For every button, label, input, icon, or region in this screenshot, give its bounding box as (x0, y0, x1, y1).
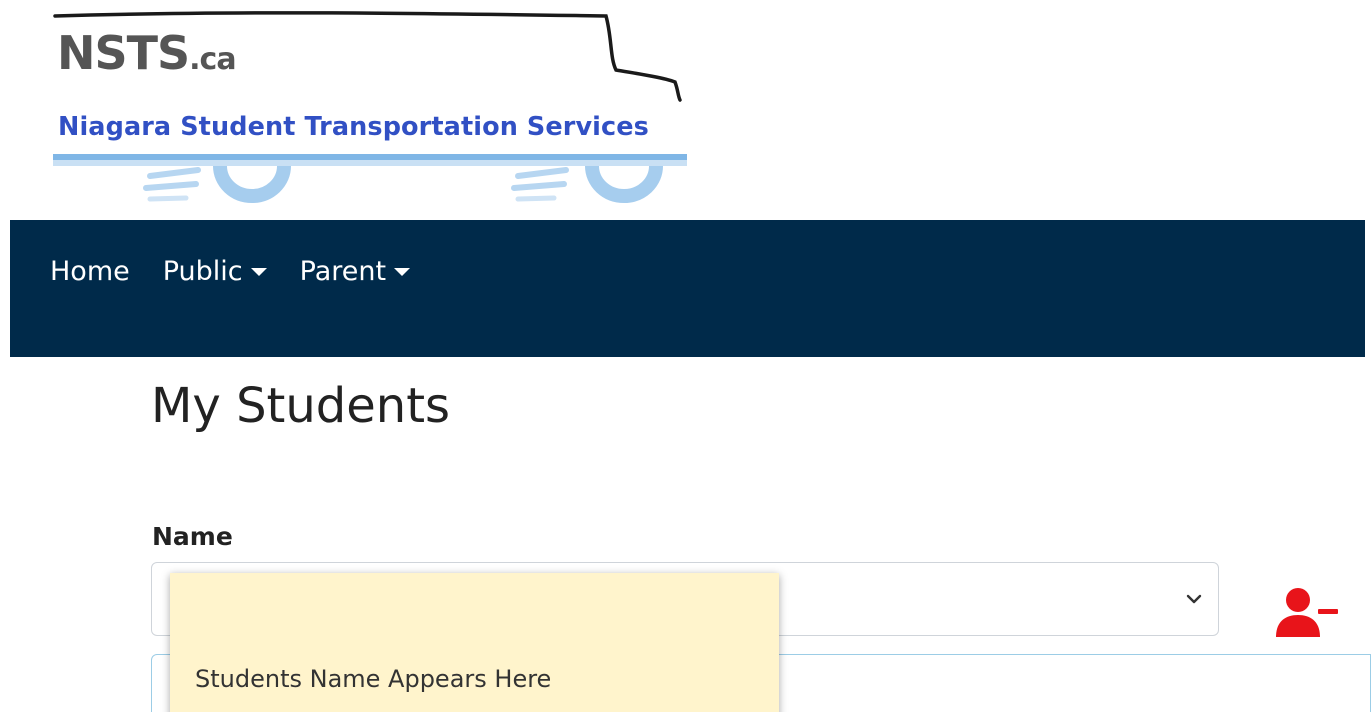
remove-user-icon (1276, 588, 1338, 637)
name-field-label: Name (152, 522, 233, 551)
nav-public-dropdown[interactable]: Public (163, 256, 267, 287)
chevron-down-icon (1186, 594, 1202, 604)
nsts-logo[interactable]: NSTS.ca Niagara Student Transportation S… (50, 8, 690, 213)
nav-menu: Home Public Parent (50, 256, 443, 287)
nav-home-link[interactable]: Home (50, 256, 130, 287)
logo-subtitle: Niagara Student Transportation Services (58, 112, 649, 142)
nav-parent-label: Parent (299, 256, 387, 287)
nav-home-label: Home (50, 256, 130, 287)
caret-down-icon (394, 267, 411, 276)
logo-wordmark-main: NSTS (57, 26, 190, 80)
student-name-tooltip: Students Name Appears Here (170, 573, 779, 712)
nav-parent-dropdown[interactable]: Parent (299, 256, 411, 287)
nav-public-label: Public (162, 256, 243, 287)
main-navbar: Home Public Parent (10, 220, 1365, 357)
tooltip-text: Students Name Appears Here (195, 665, 552, 693)
caret-down-icon (250, 267, 267, 276)
remove-student-button[interactable] (1274, 587, 1340, 639)
logo-wordmark-suffix: .ca (189, 42, 236, 77)
page: NSTS.ca Niagara Student Transportation S… (0, 0, 1371, 712)
page-title: My Students (151, 378, 451, 434)
logo-wordmark: NSTS.ca (57, 30, 237, 77)
